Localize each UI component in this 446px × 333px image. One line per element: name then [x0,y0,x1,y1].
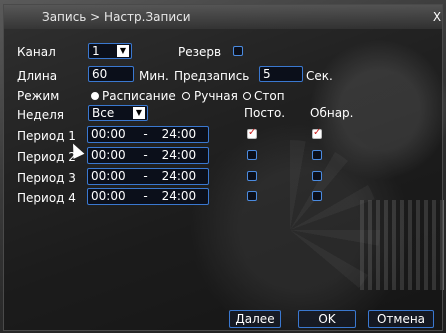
period-4-time[interactable]: 00:00 - 24:00 [87,188,209,205]
prerecord-label: Предзапись [174,69,250,83]
mode-stop-label: Стоп [254,89,285,103]
period-1-start: 00:00 [91,127,126,141]
period-1-label: Период 1 [17,129,76,143]
channel-label: Канал [17,45,56,59]
period-3-constant-checkbox[interactable] [247,171,257,181]
period-3-end: 24:00 [161,169,197,183]
next-button[interactable]: Далее [229,310,281,328]
period-1-constant-checkbox[interactable] [247,127,257,139]
period-1-detect-checkbox[interactable] [312,127,322,139]
period-2-constant-checkbox[interactable] [247,150,257,160]
ok-button[interactable]: OK [298,310,356,328]
reserve-label: Резерв [178,45,222,59]
mode-schedule-radio[interactable] [91,92,99,100]
reserve-checkbox[interactable] [233,46,243,56]
mode-manual-radio[interactable] [182,92,190,100]
period-4-label: Период 4 [17,191,76,205]
column-constant-label: Посто. [244,106,286,120]
period-3-dash: - [143,169,148,183]
period-4-dash: - [143,189,148,203]
period-1-end: 24:00 [161,127,197,141]
period-1-dash: - [143,127,148,141]
mode-stop-radio[interactable] [243,92,251,100]
period-3-label: Период 3 [17,171,76,185]
period-2-dash: - [143,148,148,162]
channel-value: 1 [92,44,100,58]
period-4-detect-checkbox[interactable] [312,191,322,201]
title-bar: Запись > Настр.Записи X [4,5,442,29]
period-1-time[interactable]: 00:00 - 24:00 [87,126,209,143]
window-title: Запись > Настр.Записи [42,10,191,24]
period-2-detect-checkbox[interactable] [312,150,322,160]
period-3-start: 00:00 [91,169,126,183]
week-select[interactable]: Все ▼ [88,105,148,121]
cancel-button[interactable]: Отмена [368,310,434,328]
mode-label: Режим [17,89,60,103]
close-button[interactable]: X [431,11,443,23]
mode-schedule-label: Расписание [102,89,176,103]
period-2-start: 00:00 [91,148,126,162]
period-2-end: 24:00 [161,148,197,162]
period-4-start: 00:00 [91,189,126,203]
period-4-end: 24:00 [161,189,197,203]
channel-select[interactable]: 1 ▼ [88,43,132,59]
period-4-constant-checkbox[interactable] [247,191,257,201]
period-2-label: Период 2 [17,150,76,164]
sec-label: Сек. [306,69,333,83]
week-label: Неделя [17,108,64,122]
period-3-detect-checkbox[interactable] [312,171,322,181]
mode-manual-label: Ручная [194,89,238,103]
week-value: Все [92,106,115,120]
chevron-down-icon: ▼ [133,107,145,119]
length-label: Длина [17,69,58,83]
chevron-down-icon: ▼ [117,45,129,57]
length-input[interactable]: 60 [88,66,134,82]
record-settings-dialog: Запись > Настр.Записи X Канал 1 ▼ Резерв… [3,4,443,331]
period-3-time[interactable]: 00:00 - 24:00 [87,168,209,185]
min-label: Мин. [139,69,169,83]
period-2-time[interactable]: 00:00 - 24:00 [87,147,209,164]
prerecord-value: 5 [263,67,271,81]
length-value: 60 [92,67,108,81]
column-detect-label: Обнар. [310,106,354,120]
prerecord-input[interactable]: 5 [259,66,303,82]
